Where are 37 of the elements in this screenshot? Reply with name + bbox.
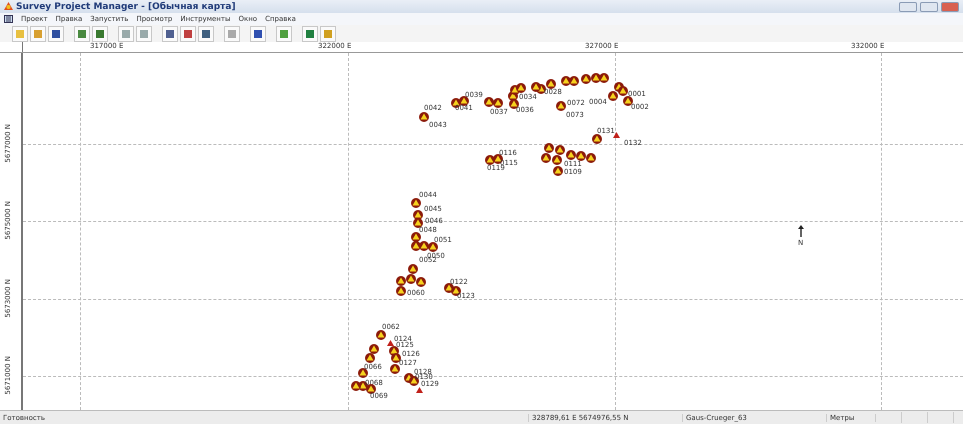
toolbar-button[interactable] — [163, 26, 177, 40]
toolbar-button[interactable] — [49, 26, 63, 40]
survey-point-icon[interactable] — [552, 155, 562, 165]
north-arrow-icon — [798, 225, 804, 237]
survey-point-icon[interactable] — [419, 112, 429, 122]
survey-point-icon[interactable] — [358, 368, 368, 378]
toolbar-button[interactable] — [199, 26, 213, 40]
triangle-marker-icon[interactable] — [416, 387, 423, 393]
survey-point-icon[interactable] — [531, 82, 541, 92]
survey-point-icon[interactable] — [608, 91, 618, 101]
survey-point-icon[interactable] — [623, 96, 633, 106]
toolbar-button[interactable] — [303, 26, 317, 40]
close-button[interactable] — [941, 2, 959, 12]
app-logo-icon — [4, 2, 13, 11]
toolbar-button[interactable] — [93, 26, 107, 40]
toolbar-button[interactable] — [181, 26, 195, 40]
survey-point-icon[interactable] — [396, 286, 406, 296]
survey-point-icon[interactable] — [416, 277, 426, 287]
survey-point-icon[interactable] — [546, 79, 556, 89]
survey-point-icon[interactable] — [411, 198, 421, 208]
survey-point-icon[interactable] — [390, 364, 400, 374]
toolbar-button[interactable] — [75, 26, 89, 40]
triangle-marker-icon[interactable] — [613, 132, 620, 138]
survey-point-icon[interactable] — [553, 166, 563, 176]
triangle-marker-icon[interactable] — [387, 340, 394, 346]
survey-point-icon[interactable] — [592, 134, 602, 144]
toolbar-button[interactable] — [277, 26, 291, 40]
toolbar-button[interactable] — [251, 26, 265, 40]
survey-point-icon[interactable] — [541, 153, 551, 163]
survey-point-icon[interactable] — [365, 353, 375, 363]
survey-point-icon[interactable] — [369, 344, 379, 354]
window-title: Survey Project Manager - [Обычная карта] — [16, 2, 236, 12]
document-icon[interactable] — [4, 15, 13, 23]
survey-point-icon[interactable] — [376, 330, 386, 340]
survey-point-icon[interactable] — [618, 86, 628, 96]
survey-point-icon[interactable] — [366, 384, 376, 394]
survey-point-icon[interactable] — [556, 101, 566, 111]
